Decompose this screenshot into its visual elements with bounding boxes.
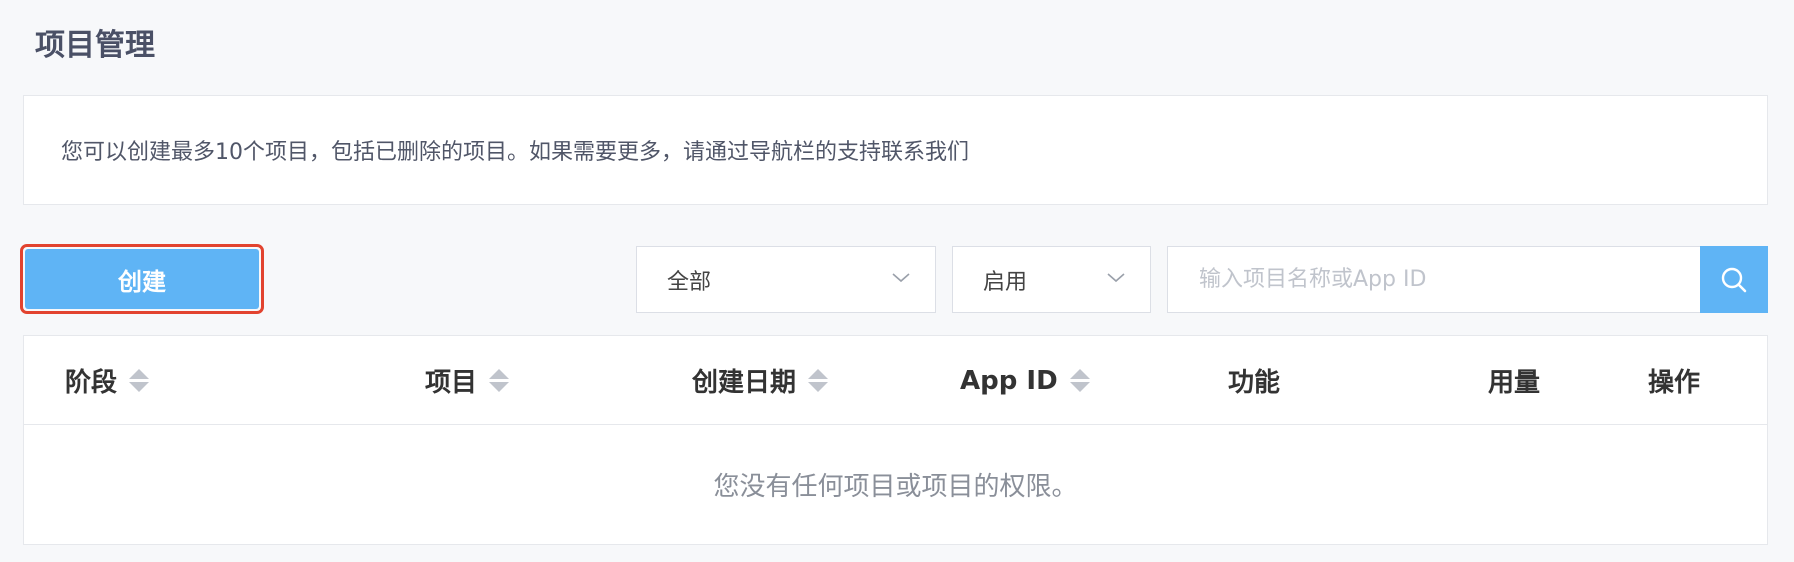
create-button-highlight: 创建 xyxy=(20,244,264,314)
column-header-features: 功能 xyxy=(1228,336,1280,425)
column-label: 操作 xyxy=(1648,368,1701,398)
table-empty-state: 您没有任何项目或项目的权限。 xyxy=(24,425,1767,544)
page-title: 项目管理 xyxy=(35,28,155,63)
phase-filter-value: 全部 xyxy=(667,269,712,295)
create-button[interactable]: 创建 xyxy=(25,249,259,309)
chevron-down-icon xyxy=(1107,273,1125,283)
column-header-created-date: 创建日期 xyxy=(692,336,829,425)
notice-text: 您可以创建最多10个项目，包括已删除的项目。如果需要更多，请通过导航栏的支持联系… xyxy=(61,140,969,165)
phase-filter-select[interactable]: 全部 xyxy=(636,246,936,313)
search-icon xyxy=(1721,267,1747,292)
column-header-actions: 操作 xyxy=(1648,336,1700,425)
notice-box: 您可以创建最多10个项目，包括已删除的项目。如果需要更多，请通过导航栏的支持联系… xyxy=(23,95,1768,205)
search-button[interactable] xyxy=(1700,246,1768,313)
status-filter-select[interactable]: 启用 xyxy=(952,246,1151,313)
projects-table: 阶段 项目 创建日期 App ID 功能 用量 操作 您没有任何项目或项目的权限… xyxy=(23,335,1768,545)
column-label: 阶段 xyxy=(65,368,118,398)
search-input[interactable] xyxy=(1167,246,1700,313)
sort-icon[interactable] xyxy=(808,369,829,392)
column-header-usage: 用量 xyxy=(1488,336,1540,425)
column-label: 项目 xyxy=(425,368,478,398)
column-label: 创建日期 xyxy=(692,368,797,398)
chevron-down-icon xyxy=(892,273,910,283)
sort-icon[interactable] xyxy=(489,369,510,392)
column-label: 功能 xyxy=(1228,368,1281,398)
empty-message: 您没有任何项目或项目的权限。 xyxy=(713,472,1078,502)
column-label: 用量 xyxy=(1488,368,1541,398)
column-label: App ID xyxy=(960,365,1058,396)
sort-icon[interactable] xyxy=(1069,369,1090,392)
column-header-phase: 阶段 xyxy=(65,336,150,425)
column-header-project: 项目 xyxy=(425,336,510,425)
table-header: 阶段 项目 创建日期 App ID 功能 用量 操作 xyxy=(24,336,1767,425)
status-filter-value: 启用 xyxy=(983,269,1028,295)
sort-icon[interactable] xyxy=(129,369,150,392)
column-header-app-id: App ID xyxy=(960,336,1090,425)
